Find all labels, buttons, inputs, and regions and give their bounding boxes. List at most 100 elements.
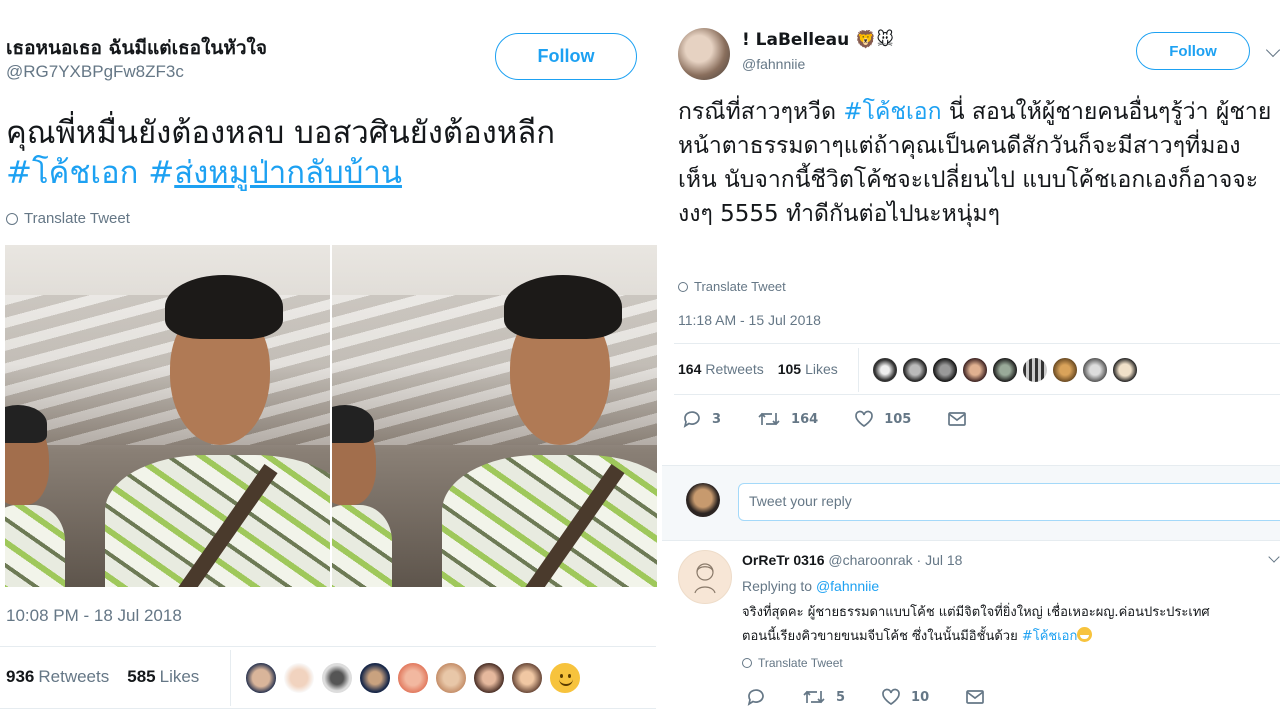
divider: [858, 348, 859, 392]
liker-avatar[interactable]: [283, 662, 315, 694]
left-follow-button[interactable]: Follow: [495, 33, 637, 80]
avatar-drawing: [694, 563, 716, 594]
translate-label: Translate Tweet: [758, 656, 843, 670]
divider: [674, 343, 1280, 344]
hashtag-link[interactable]: #โค้ชเอก: [843, 99, 941, 125]
likes-label[interactable]: Likes: [805, 361, 838, 377]
likes-count[interactable]: 585: [127, 667, 155, 687]
translate-label: Translate Tweet: [694, 279, 786, 294]
divider: [0, 708, 656, 709]
retweets-count[interactable]: 936: [6, 667, 34, 687]
like-action[interactable]: 105: [854, 410, 911, 428]
right-translate-tweet[interactable]: Translate Tweet: [678, 279, 786, 294]
photo-right-half: [332, 245, 657, 587]
liker-avatar[interactable]: [992, 357, 1018, 383]
right-tweet-actions: 3 164 105: [682, 410, 967, 428]
right-follow-button[interactable]: Follow: [1136, 32, 1250, 70]
liker-avatar[interactable]: [932, 357, 958, 383]
liker-avatar[interactable]: [872, 357, 898, 383]
liker-avatar[interactable]: [1052, 357, 1078, 383]
message-action[interactable]: [965, 689, 985, 705]
left-timestamp[interactable]: 10:08 PM - 18 Jul 2018: [6, 606, 182, 626]
replying-to: Replying to @fahnniie: [742, 578, 879, 594]
reply-action[interactable]: [746, 688, 766, 706]
left-user-name[interactable]: เธอหนอเธอ ฉันมีแต่เธอในหัวใจ: [6, 33, 267, 63]
hashtag-link-text: ส่งหมูป่ากลับบ้าน: [174, 155, 402, 191]
reply-action[interactable]: 3: [682, 410, 721, 428]
liker-avatar[interactable]: [473, 662, 505, 694]
reply-composer: Tweet your reply: [662, 465, 1280, 541]
reply-line2-text: ตอนนี้เรียงคิวขายขนมจีบโค้ช ซึ่งในนั้นมี…: [742, 629, 1022, 644]
like-count: 105: [884, 411, 912, 427]
left-tweet-line1: คุณพี่หมื่นยังต้องหลบ บอสวศินยังต้องหลีก: [6, 115, 556, 151]
left-user-handle[interactable]: @RG7YXBPgFw8ZF3c: [6, 62, 184, 82]
replying-prefix: Replying to: [742, 578, 816, 594]
retweets-label[interactable]: Retweets: [38, 667, 109, 687]
liker-avatar[interactable]: [359, 662, 391, 694]
grinning-emoji-icon: [1077, 627, 1093, 642]
right-user-name[interactable]: ! LaBelleau 🦁🐭: [742, 30, 894, 50]
divider: [230, 650, 231, 706]
reply-text: จริงที่สุดคะ ผู้ชายธรรมดาแบบโค้ช แต่มีจิ…: [742, 601, 1278, 649]
like-action[interactable]: 10: [881, 688, 929, 706]
reply-translate-tweet[interactable]: Translate Tweet: [742, 656, 843, 670]
liker-avatar[interactable]: [435, 662, 467, 694]
avatar[interactable]: [678, 550, 732, 604]
liker-avatar[interactable]: [321, 662, 353, 694]
avatar[interactable]: [686, 483, 720, 517]
retweet-action[interactable]: 164: [757, 410, 818, 428]
likes-label[interactable]: Likes: [160, 667, 200, 687]
reply-actions: 5 10: [746, 688, 985, 706]
reply-input[interactable]: Tweet your reply: [738, 483, 1280, 521]
avatar[interactable]: [678, 28, 730, 80]
retweet-count: 164: [791, 411, 819, 427]
left-tweet-line2: #โค้ชเอก #ส่งหมูป่ากลับบ้าน: [6, 153, 656, 193]
liker-avatar[interactable]: [1112, 357, 1138, 383]
reply-icon: [683, 411, 700, 428]
liker-avatar[interactable]: [962, 357, 988, 383]
like-count: 10: [911, 689, 930, 705]
right-tweet-panel: ! LaBelleau 🦁🐭 @fahnniie Follow กรณีที่ส…: [662, 0, 1280, 720]
retweet-icon: [758, 412, 780, 426]
reply-icon: [747, 689, 764, 706]
globe-icon: [6, 212, 18, 225]
reply-date[interactable]: · Jul 18: [917, 552, 963, 568]
message-action[interactable]: [947, 411, 967, 427]
divider: [674, 394, 1280, 395]
reply-user-name[interactable]: OrReTr 0316: [742, 552, 825, 568]
hashtag-link[interactable]: #ส่งหมูป่ากลับบ้าน: [148, 155, 402, 191]
liker-avatar[interactable]: [1022, 357, 1048, 383]
liker-avatar[interactable]: [245, 662, 277, 694]
chevron-down-icon[interactable]: [1265, 42, 1280, 58]
liker-avatar[interactable]: [902, 357, 928, 383]
left-stats: 936 Retweets 585 Likes: [6, 667, 199, 687]
divider: [0, 646, 656, 647]
retweet-action[interactable]: 5: [802, 688, 845, 706]
chevron-down-icon[interactable]: [1268, 551, 1280, 563]
right-user-handle[interactable]: @fahnniie: [742, 56, 805, 72]
like-icon: [855, 410, 874, 428]
likers-avatars: [872, 357, 1138, 383]
replying-handle-link[interactable]: @fahnniie: [816, 578, 879, 594]
reply-user-handle[interactable]: @charoonrak: [828, 552, 912, 568]
right-timestamp[interactable]: 11:18 AM - 15 Jul 2018: [678, 312, 821, 328]
left-tweet-panel: เธอหนอเธอ ฉันมีแต่เธอในหัวใจ @RG7YXBPgFw…: [0, 0, 658, 720]
hashtag-link[interactable]: #โค้ชเอก: [1022, 629, 1078, 644]
message-icon: [948, 412, 967, 426]
globe-icon: [678, 281, 688, 292]
hashtag-link[interactable]: #โค้ชเอก: [6, 155, 138, 191]
retweets-count[interactable]: 164: [678, 361, 701, 377]
liker-avatar[interactable]: [511, 662, 543, 694]
photo-left-half: [5, 245, 330, 587]
likers-avatars: [245, 662, 581, 694]
liker-avatar[interactable]: [397, 662, 429, 694]
reply-header: OrReTr 0316 @charoonrak · Jul 18: [742, 552, 962, 568]
left-translate-tweet[interactable]: Translate Tweet: [6, 210, 130, 227]
smiley-avatar[interactable]: [549, 662, 581, 694]
liker-avatar[interactable]: [1082, 357, 1108, 383]
tweet-photo[interactable]: [5, 245, 657, 587]
likes-count[interactable]: 105: [778, 361, 801, 377]
retweet-icon: [803, 690, 825, 704]
retweets-label[interactable]: Retweets: [705, 361, 763, 377]
reply-line1: จริงที่สุดคะ ผู้ชายธรรมดาแบบโค้ช แต่มีจิ…: [742, 605, 1210, 620]
